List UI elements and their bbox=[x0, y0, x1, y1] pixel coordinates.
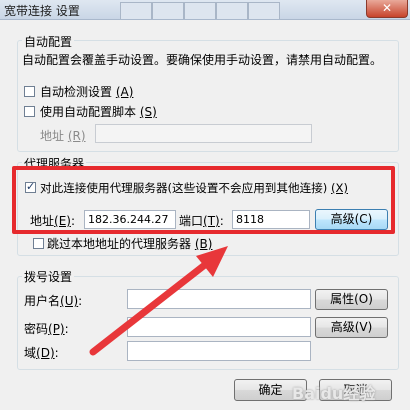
dialup-group-label: 拨号设置 bbox=[22, 268, 75, 285]
properties-button[interactable]: 属性(O) bbox=[315, 289, 388, 310]
background-tab bbox=[248, 2, 280, 19]
username-label: 用户名(U): bbox=[24, 294, 83, 308]
script-address-label: 地址 (R) bbox=[40, 129, 86, 143]
bypass-local-label: 跳过本地地址的代理服务器 (B) bbox=[47, 237, 213, 251]
domain-label: 域(D): bbox=[24, 346, 59, 360]
script-address-input[interactable] bbox=[95, 124, 312, 143]
background-tab-strip bbox=[120, 2, 310, 19]
auto-config-group-label: 自动配置 bbox=[22, 33, 75, 50]
auto-detect-checkbox[interactable] bbox=[24, 86, 35, 97]
window-title: 宽带连接 设置 bbox=[4, 4, 80, 18]
baidu-watermark: Baidu经验 bbox=[292, 384, 376, 403]
dialup-advanced-button[interactable]: 高级(V) bbox=[315, 317, 388, 338]
bypass-local-checkbox[interactable] bbox=[33, 238, 44, 249]
background-tab bbox=[184, 2, 216, 19]
highlight-box bbox=[12, 166, 395, 234]
close-button[interactable]: ✕ bbox=[366, 0, 408, 18]
auto-config-description: 自动配置会覆盖手动设置。要确保使用手动设置，请禁用自动配置。 bbox=[22, 53, 383, 67]
background-tab bbox=[120, 2, 152, 19]
use-script-checkbox[interactable] bbox=[24, 106, 35, 117]
background-tab bbox=[152, 2, 184, 19]
auto-detect-label: 自动检测设置 (A) bbox=[40, 85, 134, 99]
username-input[interactable] bbox=[127, 289, 311, 309]
password-input[interactable] bbox=[127, 317, 311, 337]
use-script-label: 使用自动配置脚本 (S) bbox=[40, 105, 157, 119]
domain-input[interactable] bbox=[127, 341, 311, 361]
background-tab bbox=[216, 2, 248, 19]
password-label: 密码(P): bbox=[24, 322, 69, 336]
